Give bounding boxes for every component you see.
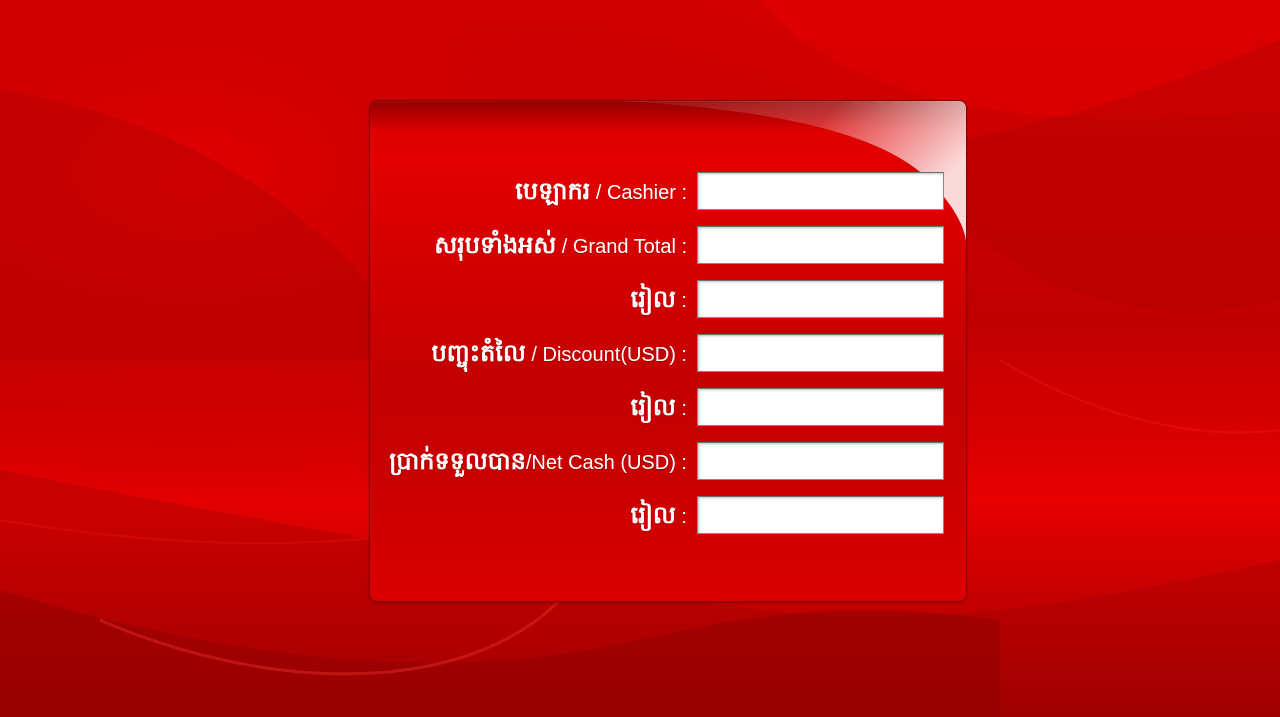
- grand-total-label: សរុបទាំងអស់ / Grand Total :: [434, 230, 687, 259]
- net-cash-row: ប្រាក់ទទួលបាន/Net Cash (USD) :: [370, 441, 966, 481]
- grand-total-riel-row: រៀល :: [370, 279, 966, 319]
- discount-riel-label: រៀល :: [630, 392, 687, 421]
- discount-riel-input[interactable]: [697, 388, 944, 426]
- net-cash-input[interactable]: [697, 442, 944, 480]
- grand-total-riel-label: រៀល :: [630, 284, 687, 313]
- grand-total-riel-input[interactable]: [697, 280, 944, 318]
- discount-label: បញ្ចុះតំលៃ / Discount(USD) :: [431, 338, 688, 367]
- net-cash-riel-row: រៀល :: [370, 495, 966, 535]
- grand-total-row: សរុបទាំងអស់ / Grand Total :: [370, 225, 966, 265]
- net-cash-riel-label: រៀល :: [630, 500, 687, 529]
- cashier-input[interactable]: [697, 172, 944, 210]
- discount-riel-row: រៀល :: [370, 387, 966, 427]
- discount-input[interactable]: [697, 334, 944, 372]
- cashier-row: បេឡាករ / Cashier :: [370, 171, 966, 211]
- grand-total-input[interactable]: [697, 226, 944, 264]
- discount-row: បញ្ចុះតំលៃ / Discount(USD) :: [370, 333, 966, 373]
- net-cash-riel-input[interactable]: [697, 496, 944, 534]
- checkout-panel: បេឡាករ / Cashier : សរុបទាំងអស់ / Grand T…: [370, 101, 966, 601]
- net-cash-label: ប្រាក់ទទួលបាន/Net Cash (USD) :: [389, 446, 687, 475]
- cashier-label: បេឡាករ / Cashier :: [515, 176, 687, 205]
